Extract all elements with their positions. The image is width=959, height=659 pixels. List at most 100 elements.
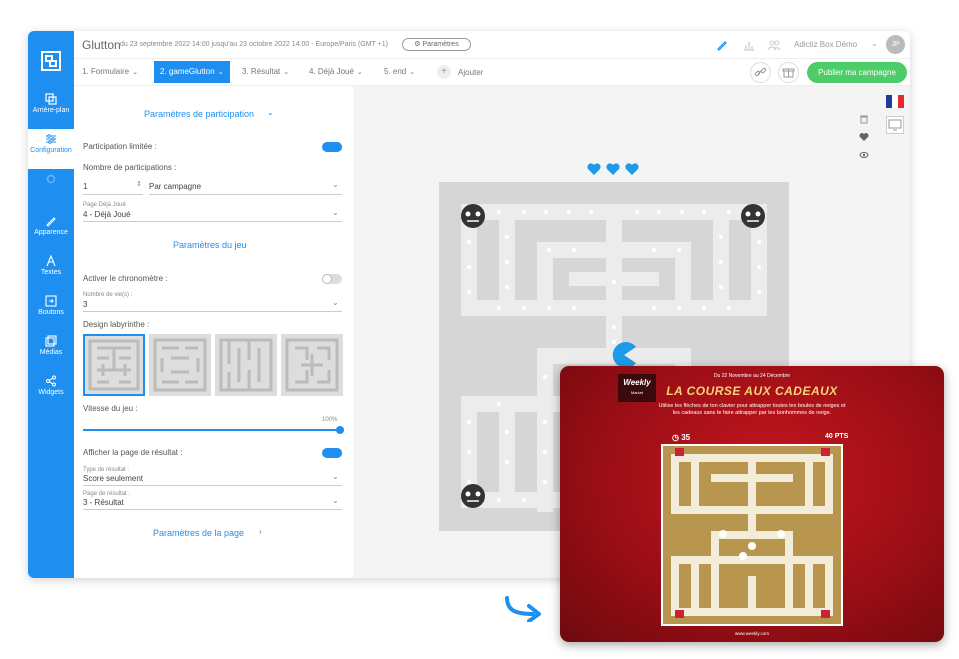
maze-thumbnail-icon xyxy=(285,338,339,392)
avatar[interactable]: JP xyxy=(886,35,905,54)
maze-option-3[interactable] xyxy=(215,334,277,396)
promo-preview-card: Weekly Market Du 22 Novembre au 24 Décemb… xyxy=(560,366,944,642)
params-button[interactable]: ⚙ Paramètres xyxy=(402,38,471,51)
game-speed-slider-track[interactable] xyxy=(83,429,340,431)
flag-fr-icon[interactable] xyxy=(886,95,904,108)
link-icon xyxy=(754,67,767,77)
chevron-down-icon[interactable]: ⌄ xyxy=(332,180,339,189)
lives-label: Nombre de vie(s) : xyxy=(83,292,133,298)
show-result-toggle[interactable] xyxy=(322,448,342,458)
add-tab-button[interactable]: Ajouter xyxy=(458,68,483,77)
eye-icon[interactable] xyxy=(859,150,869,160)
sidebar-item-label: Arrière-plan xyxy=(32,107,70,114)
stepper-icon[interactable]: ⇕ xyxy=(136,180,142,188)
sidebar-item-disabled xyxy=(28,169,74,209)
divider xyxy=(83,509,342,510)
gift-icon xyxy=(782,68,795,78)
promo-maze-icon xyxy=(663,446,841,624)
promo-instructions: Utilise les flèches de ton clavier pour … xyxy=(658,403,846,416)
limited-participation-toggle[interactable] xyxy=(322,142,342,152)
chevron-down-icon[interactable]: ⌄ xyxy=(332,298,339,307)
game-speed-slider-handle[interactable] xyxy=(336,426,344,434)
tab-resultat[interactable]: 3. Résultat ⌄ xyxy=(236,61,295,83)
maze-option-1[interactable] xyxy=(83,334,145,396)
params-button-label: Paramètres xyxy=(422,41,459,48)
heart-icon[interactable] xyxy=(859,132,869,142)
section-page-title[interactable]: Paramètres de la page xyxy=(153,528,244,538)
divider xyxy=(83,485,342,486)
device-preview-button[interactable] xyxy=(886,116,904,134)
tab-gameglutton[interactable]: 2. gameGlutton ⌄ xyxy=(154,61,230,83)
sidebar-item-configuration[interactable]: Configuration xyxy=(28,129,74,169)
publish-button[interactable]: Publier ma campagne xyxy=(807,62,907,83)
promo-title: LA COURSE AUX CADEAUX xyxy=(666,384,838,398)
chevron-down-icon: ⌄ xyxy=(283,69,290,76)
sidebar: Arrière-plan Configuration Apparence Tex… xyxy=(28,31,74,578)
promo-timer: ◷ 35 xyxy=(672,433,691,442)
page-played-label: Page Déjà Joué xyxy=(83,202,126,208)
promo-url: www.weekly.com xyxy=(735,631,769,636)
page-played-select[interactable]: 4 - Déjà Joué xyxy=(83,210,131,219)
divider xyxy=(149,194,342,195)
maze-option-4[interactable] xyxy=(281,334,343,396)
share-icon xyxy=(46,375,56,387)
pencil-icon[interactable] xyxy=(715,38,729,52)
sidebar-item-label: Boutons xyxy=(38,309,64,316)
participation-count-label: Nombre de participations : xyxy=(83,163,177,172)
chevron-down-icon[interactable]: ⌄ xyxy=(267,108,274,117)
result-page-select[interactable]: 3 - Résultat xyxy=(83,498,124,507)
divider xyxy=(83,221,342,222)
campaign-dates: du 23 septembre 2022 14:00 jusqu'au 23 o… xyxy=(120,41,388,48)
tab-deja-joue[interactable]: 4. Déjà Joué ⌄ xyxy=(303,61,369,83)
tab-label: 1. Formulaire xyxy=(82,67,130,76)
add-icon[interactable]: + xyxy=(437,65,451,79)
users-icon[interactable] xyxy=(767,38,781,52)
sidebar-item-label: Configuration xyxy=(30,147,72,154)
toggle-knob xyxy=(332,142,342,152)
ghost-enemy-icon xyxy=(461,204,485,228)
sidebar-item-media[interactable]: Médias xyxy=(28,331,74,371)
promo-date: Du 22 Novembre au 24 Décembre xyxy=(713,373,791,379)
link-button[interactable] xyxy=(750,62,771,83)
lives-select[interactable]: 3 xyxy=(83,300,87,309)
ghost-enemy-icon xyxy=(741,204,765,228)
lives-hearts xyxy=(587,163,639,175)
game-speed-label: Vitesse du jeu : xyxy=(83,404,138,413)
chevron-right-icon[interactable]: › xyxy=(259,527,262,536)
toggle-knob xyxy=(332,448,342,458)
sidebar-item-background[interactable]: Arrière-plan xyxy=(28,89,74,129)
section-participation-title[interactable]: Paramètres de participation xyxy=(144,109,254,119)
participation-count-input[interactable]: 1 xyxy=(83,182,87,191)
maze-thumbnail-icon xyxy=(88,339,140,391)
show-result-label: Afficher la page de résultat : xyxy=(83,448,183,457)
brand-logo-icon xyxy=(41,51,61,71)
limited-participation-label: Participation limitée : xyxy=(83,142,157,151)
chevron-down-icon: ⌄ xyxy=(132,69,138,76)
chevron-down-icon[interactable]: ⌄ xyxy=(332,208,339,217)
tab-label: 2. gameGlutton xyxy=(160,67,215,76)
sidebar-item-appearance[interactable]: Apparence xyxy=(28,211,74,251)
game-speed-value: 100% xyxy=(322,417,338,423)
result-type-label: Type de résultat : xyxy=(83,467,130,473)
tab-bar: 1. Formulaire ⌄ 2. gameGlutton ⌄ 3. Résult… xyxy=(74,59,910,86)
timer-toggle[interactable] xyxy=(322,274,342,284)
sidebar-item-widgets[interactable]: Widgets xyxy=(28,371,74,411)
gift-button[interactable] xyxy=(778,62,799,83)
participation-mode-select[interactable]: Par campagne xyxy=(149,182,201,191)
maze-thumbnail-icon xyxy=(153,338,207,392)
chevron-down-icon[interactable]: ⌄ xyxy=(332,496,339,505)
sidebar-item-buttons[interactable]: Boutons xyxy=(28,291,74,331)
tab-label: 5. end xyxy=(384,67,407,76)
result-type-select[interactable]: Score seulement xyxy=(83,474,143,483)
tab-end[interactable]: 5. end ⌄ xyxy=(378,61,421,83)
tab-formulaire[interactable]: 1. Formulaire ⌄ xyxy=(76,61,144,83)
chart-icon[interactable] xyxy=(742,38,756,52)
divider xyxy=(83,194,143,195)
sidebar-item-texts[interactable]: Textes xyxy=(28,251,74,291)
account-name[interactable]: Adictiz Box Démo xyxy=(794,40,857,49)
chevron-down-icon[interactable]: ⌄ xyxy=(871,39,878,48)
chevron-down-icon[interactable]: ⌄ xyxy=(332,472,339,481)
timer-label: Activer le chronomètre : xyxy=(83,274,168,283)
trash-icon[interactable] xyxy=(859,114,869,124)
maze-option-2[interactable] xyxy=(149,334,211,396)
